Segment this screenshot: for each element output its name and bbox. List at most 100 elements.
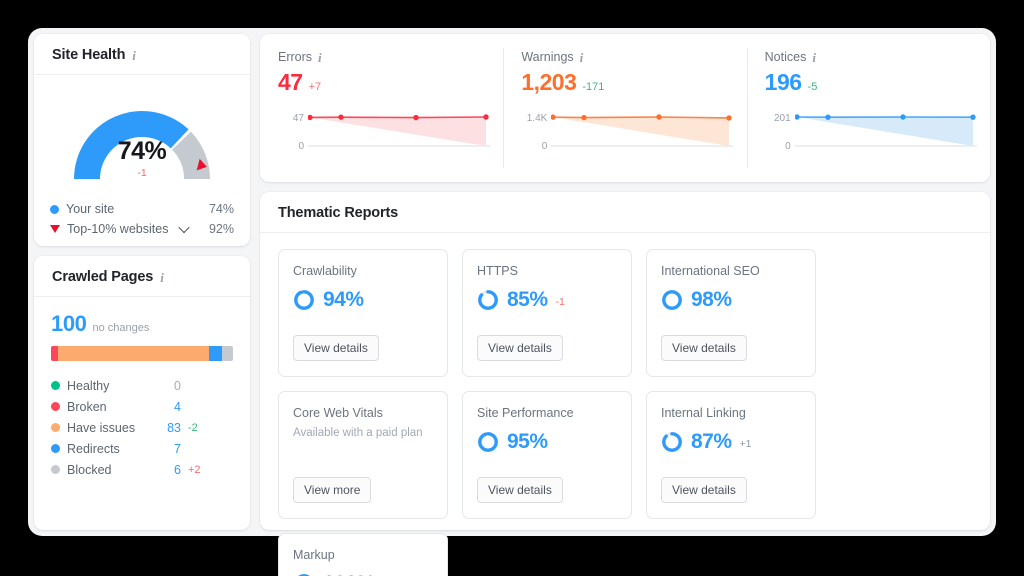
report-delta: -1 xyxy=(555,296,565,308)
stacked-bar-segment[interactable] xyxy=(51,346,59,361)
report-score-row: 98% xyxy=(661,288,801,312)
metric-value-row: 47 +7 xyxy=(278,69,485,96)
crawled-pages-total: 100 no changes xyxy=(51,311,233,337)
legend-value-link[interactable]: 83 xyxy=(159,421,181,435)
metric-name-row: Errors i xyxy=(278,50,485,64)
legend-label: Broken xyxy=(67,399,107,414)
report-subtitle: Available with a paid plan xyxy=(293,427,423,439)
thematic-report-card[interactable]: Core Web Vitals Available with a paid pla… xyxy=(278,391,448,519)
thematic-report-card[interactable]: Internal Linking 87% +1 View details xyxy=(646,391,816,519)
thematic-report-card[interactable]: HTTPS 85% -1 View details xyxy=(462,249,632,377)
legend-label-group: Your site xyxy=(50,202,209,216)
report-name: HTTPS xyxy=(477,264,518,278)
sparkline-axis-max: 201 xyxy=(773,113,791,124)
report-name: International SEO xyxy=(661,264,760,278)
metric-delta: -5 xyxy=(807,81,818,93)
crawled-pages-legend-row: Redirects 7 xyxy=(51,438,233,459)
legend-label-group: Broken xyxy=(51,400,159,414)
legend-value-link[interactable]: 4 xyxy=(159,400,181,414)
site-health-title: Site Health xyxy=(52,47,126,63)
metric-errors: Errors i 47 +7 47 0 xyxy=(260,34,503,182)
view-details-button[interactable]: View details xyxy=(477,477,563,503)
info-icon[interactable]: i xyxy=(318,51,322,64)
site-health-legend: Your site 74% Top-10% websites 92% xyxy=(50,199,234,239)
gauge-value: 74% xyxy=(117,137,167,165)
view-details-button[interactable]: View details xyxy=(661,335,747,361)
legend-delta: +2 xyxy=(188,463,201,476)
donut-progress-icon xyxy=(478,290,498,310)
thematic-report-card[interactable]: Markup100%View details xyxy=(278,533,448,576)
sparkline-svg xyxy=(794,114,977,147)
metric-delta: -171 xyxy=(582,81,605,93)
stacked-bar-segment[interactable] xyxy=(58,346,210,361)
crawled-pages-count: 100 xyxy=(51,311,87,336)
site-audit-dashboard: Site Health i 74% -1 Your site 74% Top-10%… xyxy=(28,28,996,576)
report-percent: 95% xyxy=(507,430,548,453)
legend-dot-icon xyxy=(51,402,60,411)
view-details-button[interactable]: View details xyxy=(293,335,379,361)
metric-notices: Notices i 196 -5 201 0 xyxy=(746,34,990,182)
sparkline-axis-max: 47 xyxy=(292,113,304,124)
info-icon[interactable]: i xyxy=(580,51,584,64)
crawled-pages-card: Crawled Pages i 100 no changes Healthy 0 B… xyxy=(34,256,250,530)
thematic-reports-grid: Crawlability 94% View details HTTPS 85% -1 Vie… xyxy=(260,233,990,576)
site-health-legend-row: Top-10% websites 92% xyxy=(50,219,234,239)
metric-value[interactable]: 47 xyxy=(278,69,303,96)
report-name: Site Performance xyxy=(477,406,574,420)
metric-sparkline: 47 0 xyxy=(278,108,490,154)
report-percent: 94% xyxy=(323,288,364,311)
crawled-pages-legend-row: Broken 4 xyxy=(51,396,233,417)
metric-value[interactable]: 196 xyxy=(765,69,802,96)
thematic-reports-header: Thematic Reports xyxy=(260,192,990,233)
issue-metrics-card: Errors i 47 +7 47 0 Warnings i 1,203 -171 1.4K 0 Not… xyxy=(260,34,990,182)
metric-sparkline: 1.4K 0 xyxy=(521,108,734,154)
metric-label: Warnings xyxy=(521,50,574,64)
thematic-report-card[interactable]: International SEO 98% View details xyxy=(646,249,816,377)
site-health-header: Site Health i xyxy=(34,34,250,75)
chevron-down-icon[interactable] xyxy=(178,221,191,234)
metric-delta: +7 xyxy=(308,81,322,93)
thematic-report-card[interactable]: Site Performance 95% View details xyxy=(462,391,632,519)
metric-value[interactable]: 1,203 xyxy=(521,69,577,96)
info-icon[interactable]: i xyxy=(132,49,136,62)
thematic-report-card[interactable]: Crawlability 94% View details xyxy=(278,249,448,377)
report-percent: 87% xyxy=(691,430,732,453)
stacked-bar-segment[interactable] xyxy=(222,346,233,361)
legend-label-group: Top-10% websites xyxy=(50,221,209,236)
legend-label-group: Healthy xyxy=(51,379,159,393)
legend-label: Top-10% websites xyxy=(67,222,169,236)
legend-label: Redirects xyxy=(67,441,120,456)
gauge-delta: -1 xyxy=(137,167,147,179)
stacked-bar-segment[interactable] xyxy=(209,346,223,361)
legend-label: Healthy xyxy=(67,378,110,393)
legend-value-link[interactable]: 7 xyxy=(159,442,181,456)
gauge-readout: 74% -1 xyxy=(59,137,225,179)
view-details-button[interactable]: View details xyxy=(477,335,563,361)
legend-value-link: 0 xyxy=(174,378,181,393)
report-name: Core Web Vitals xyxy=(293,406,383,420)
donut-progress-icon xyxy=(662,290,682,310)
site-health-legend-row: Your site 74% xyxy=(50,199,234,219)
site-health-card: Site Health i 74% -1 Your site 74% Top-10%… xyxy=(34,34,250,246)
info-icon[interactable]: i xyxy=(160,271,164,284)
legend-value: 92% xyxy=(208,222,234,236)
report-name: Crawlability xyxy=(293,264,357,278)
report-score-row: 85% -1 xyxy=(477,288,617,312)
donut-progress-icon xyxy=(478,432,498,452)
crawled-pages-legend: Healthy 0 Broken 4 Have issues 83 -2 Redirects 7… xyxy=(51,375,233,480)
sparkline-axis-min: 0 xyxy=(541,141,548,152)
report-score-row: 87% +1 xyxy=(661,430,801,454)
report-name: Markup xyxy=(293,548,335,562)
legend-value-link[interactable]: 6 xyxy=(159,463,181,477)
view-details-button[interactable]: View details xyxy=(661,477,747,503)
thematic-reports-card: Thematic Reports Crawlability 94% View det… xyxy=(260,192,990,576)
info-icon[interactable]: i xyxy=(812,51,816,64)
screenshot-stage: Site Health i 74% -1 Your site 74% Top-10%… xyxy=(0,0,1024,576)
crawled-pages-change-note: no changes xyxy=(92,322,150,334)
report-percent: 98% xyxy=(691,288,732,311)
metric-label: Notices xyxy=(764,50,807,64)
metric-value-row: 196 -5 xyxy=(765,69,972,96)
view-more-button[interactable]: View more xyxy=(293,477,372,503)
crawled-pages-body: 100 no changes Healthy 0 Broken 4 Have issue… xyxy=(34,297,250,480)
report-name: Internal Linking xyxy=(661,406,746,420)
